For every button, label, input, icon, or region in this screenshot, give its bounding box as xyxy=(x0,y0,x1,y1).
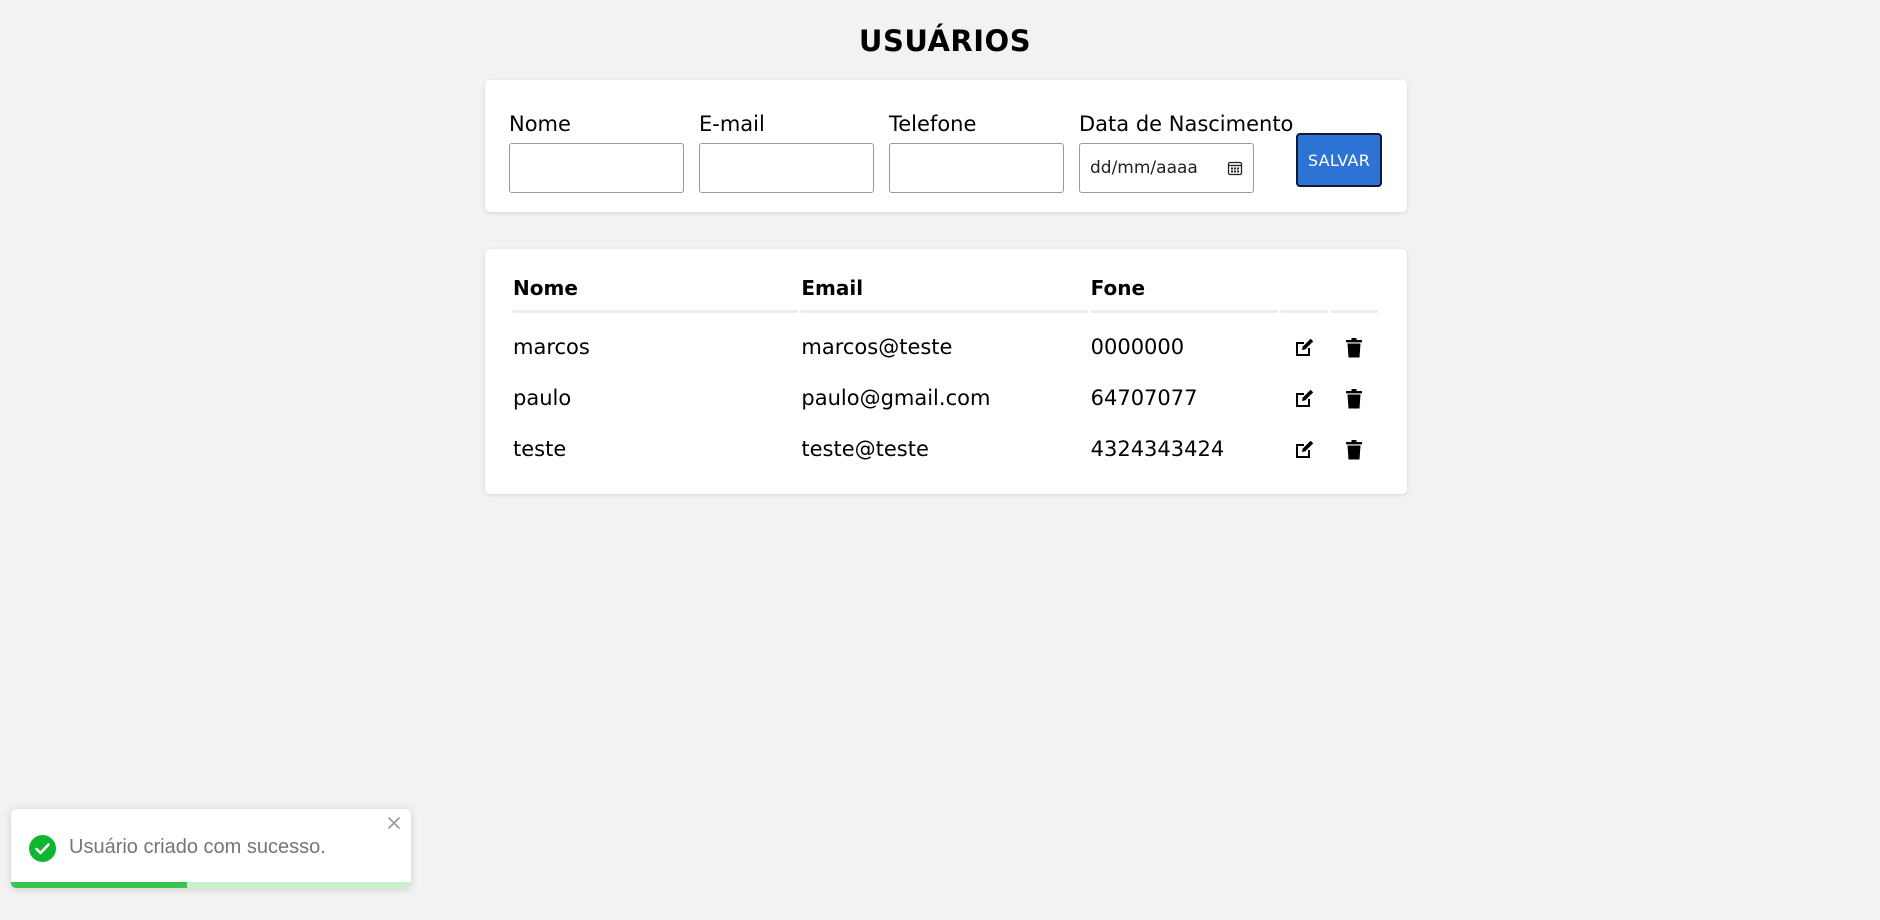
cell-nome: marcos xyxy=(513,334,590,359)
header-delete-column xyxy=(1331,276,1378,313)
trash-icon[interactable] xyxy=(1343,337,1365,359)
users-table-card: Nome Email Fone marcos marcos@teste 0000… xyxy=(485,249,1407,494)
cell-fone: 64707077 xyxy=(1090,385,1198,410)
nascimento-field-group: Data de Nascimento dd/mm/aaaa xyxy=(1079,110,1293,193)
user-form: Nome E-mail Telefone Data de Nascimento … xyxy=(485,80,1407,212)
table-row: marcos marcos@teste 0000000 xyxy=(513,313,1378,372)
edit-cell xyxy=(1281,423,1328,474)
table-row: teste teste@teste 4324343424 xyxy=(513,423,1378,474)
email-input[interactable] xyxy=(699,143,874,193)
header-email: Email xyxy=(801,276,1088,313)
header-fone: Fone xyxy=(1090,276,1279,313)
cell-fone: 0000000 xyxy=(1090,334,1185,359)
close-icon[interactable] xyxy=(386,815,402,831)
delete-cell xyxy=(1331,423,1378,474)
edit-icon[interactable] xyxy=(1293,439,1315,461)
nascimento-label: Data de Nascimento xyxy=(1079,112,1294,136)
edit-icon[interactable] xyxy=(1293,337,1315,359)
calendar-icon[interactable] xyxy=(1227,160,1243,176)
page-title: USUÁRIOS xyxy=(858,24,1032,58)
delete-cell xyxy=(1331,372,1378,423)
users-table: Nome Email Fone marcos marcos@teste 0000… xyxy=(510,276,1381,474)
telefone-field-group: Telefone xyxy=(889,110,1064,193)
telefone-input[interactable] xyxy=(889,143,1064,193)
telefone-label: Telefone xyxy=(889,112,977,136)
nascimento-date-input[interactable]: dd/mm/aaaa xyxy=(1079,143,1254,193)
edit-cell xyxy=(1281,313,1328,372)
cell-email: paulo@gmail.com xyxy=(801,385,991,410)
cell-nome: paulo xyxy=(513,385,572,410)
nome-input[interactable] xyxy=(509,143,684,193)
nome-field-group: Nome xyxy=(509,110,684,193)
cell-email: marcos@teste xyxy=(801,334,953,359)
success-toast: Usuário criado com sucesso. xyxy=(11,809,411,888)
cell-fone: 4324343424 xyxy=(1090,436,1225,461)
toast-message: Usuário criado com sucesso. xyxy=(69,836,326,858)
trash-icon[interactable] xyxy=(1343,388,1365,410)
cell-email: teste@teste xyxy=(801,436,929,461)
check-circle-icon xyxy=(29,835,56,862)
edit-cell xyxy=(1281,372,1328,423)
header-nome: Nome xyxy=(513,276,799,313)
delete-cell xyxy=(1331,313,1378,372)
date-placeholder: dd/mm/aaaa xyxy=(1090,158,1198,178)
email-label: E-mail xyxy=(699,112,765,136)
email-field-group: E-mail xyxy=(699,110,874,193)
table-row: paulo paulo@gmail.com 64707077 xyxy=(513,372,1378,423)
nome-label: Nome xyxy=(509,112,571,136)
toast-progress-track xyxy=(11,882,411,888)
trash-icon[interactable] xyxy=(1343,439,1365,461)
edit-icon[interactable] xyxy=(1293,388,1315,410)
header-edit-column xyxy=(1281,276,1329,313)
cell-nome: teste xyxy=(513,436,567,461)
table-header-row: Nome Email Fone xyxy=(513,276,1378,313)
toast-progress-bar xyxy=(11,882,187,888)
save-button[interactable]: SALVAR xyxy=(1296,133,1382,187)
